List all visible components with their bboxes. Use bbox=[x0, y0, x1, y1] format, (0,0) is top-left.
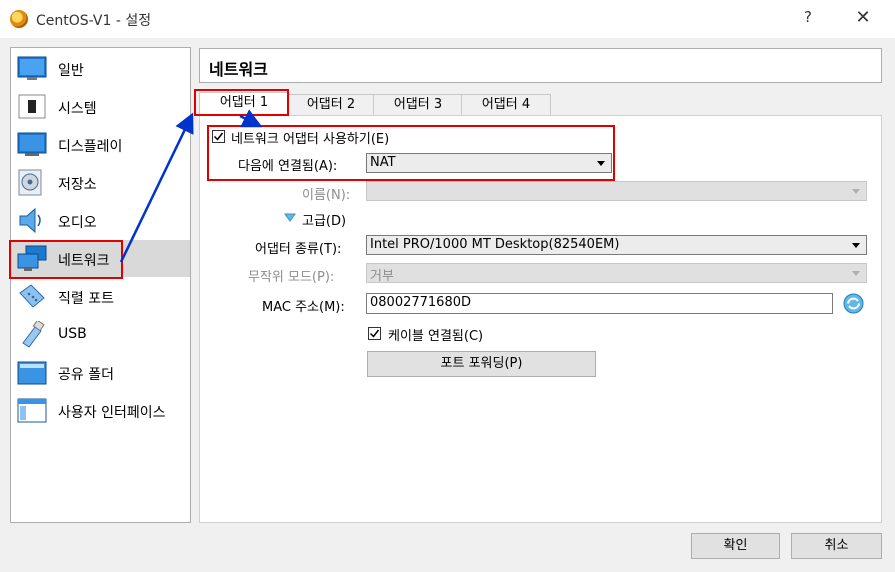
annotation-arrows bbox=[119, 109, 263, 263]
